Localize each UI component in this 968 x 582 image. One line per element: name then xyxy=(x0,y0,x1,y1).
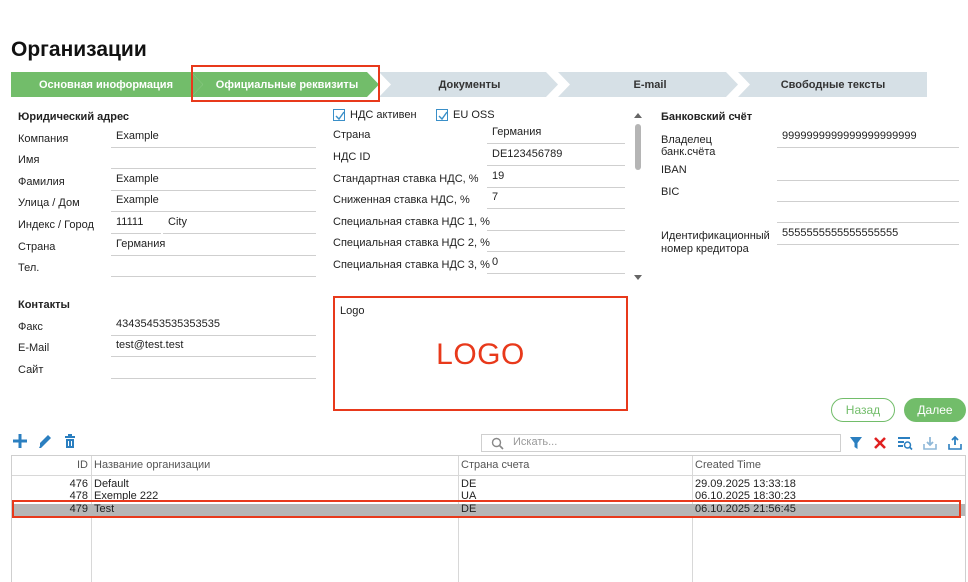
search-placeholder: Искать... xyxy=(513,436,558,448)
column-header-id[interactable]: ID xyxy=(12,459,88,471)
cell-id: 476 xyxy=(69,478,88,490)
logo-placeholder-text: LOGO xyxy=(436,338,525,371)
bank-title: Банковский счёт xyxy=(661,111,753,123)
special-rate-1-field[interactable] xyxy=(487,212,625,231)
site-field[interactable] xyxy=(111,360,316,379)
owner-field[interactable]: 9999999999999999999999 xyxy=(777,129,959,148)
step-free-texts[interactable]: Свободные тексты xyxy=(742,72,924,97)
logo-box[interactable]: Logo LOGO xyxy=(333,296,628,411)
country-label: Страна xyxy=(18,241,56,253)
zip-field[interactable]: 11111 xyxy=(111,215,161,234)
eu-oss-label: EU OSS xyxy=(453,109,495,121)
site-label: Сайт xyxy=(18,364,44,376)
vat-active-label: НДС активен xyxy=(350,109,417,121)
vat-active-checkbox[interactable] xyxy=(333,109,345,121)
company-field[interactable]: Example xyxy=(111,129,316,148)
phone-field[interactable] xyxy=(111,258,316,277)
column-header-name[interactable]: Название организации xyxy=(94,459,210,471)
city-field[interactable]: City xyxy=(163,215,316,234)
vat-country-label: Страна xyxy=(333,129,371,141)
special-rate-3-field[interactable]: 0 xyxy=(487,255,625,274)
edit-icon[interactable] xyxy=(36,432,54,450)
creditor-field[interactable]: 5555555555555555555 xyxy=(777,226,959,245)
creditor-label-line2: номер кредитора xyxy=(661,243,749,255)
iban-field[interactable] xyxy=(777,162,959,181)
step-documents[interactable]: Документы xyxy=(382,72,557,97)
street-label: Улица / Дом xyxy=(18,197,80,209)
reduced-rate-label: Сниженная ставка НДС, % xyxy=(333,194,470,206)
organizations-table: ID Название организации Страна счета Cre… xyxy=(11,455,966,582)
vat-id-field[interactable]: DE123456789 xyxy=(487,147,625,166)
fax-field[interactable]: 43435453535353535 xyxy=(111,317,316,336)
special-rate-2-label: Специальная ставка НДС 2, % xyxy=(333,237,490,249)
clear-filter-icon[interactable] xyxy=(871,434,889,452)
email-label: E-Mail xyxy=(18,342,50,354)
country-field[interactable]: Германия xyxy=(111,237,316,256)
creditor-label-line1: Идентификационный xyxy=(661,230,770,242)
delete-icon[interactable] xyxy=(61,432,79,450)
highlight-selected-row xyxy=(12,500,961,518)
next-button[interactable]: Далее xyxy=(904,398,966,422)
company-label: Компания xyxy=(18,133,69,145)
cell-country: DE xyxy=(461,478,477,490)
first-name-label: Имя xyxy=(18,154,40,166)
checkmark-icon xyxy=(438,111,448,121)
special-rate-2-field[interactable] xyxy=(487,233,625,252)
bic-label: BIC xyxy=(661,186,680,198)
vat-country-field[interactable]: Германия xyxy=(487,125,625,144)
std-rate-label: Стандартная ставка НДС, % xyxy=(333,173,479,185)
scrollbar-graphic xyxy=(634,113,642,280)
owner-label-line1: Владелец xyxy=(661,134,712,146)
cell-created: 29.09.2025 13:33:18 xyxy=(695,478,796,490)
step-basic-info[interactable]: Основная иноформация xyxy=(11,72,201,97)
phone-label: Тел. xyxy=(18,262,40,274)
first-name-field[interactable] xyxy=(111,150,316,169)
highlight-active-step xyxy=(191,65,380,102)
iban-label: IBAN xyxy=(661,164,687,176)
owner-label-line2: банк.счёта xyxy=(661,146,716,158)
reduced-rate-field[interactable]: 7 xyxy=(487,190,625,209)
logo-label: Logo xyxy=(340,305,365,317)
eu-oss-checkbox[interactable] xyxy=(436,109,448,121)
add-icon[interactable] xyxy=(11,432,29,450)
vat-id-label: НДС ID xyxy=(333,151,371,163)
search-input[interactable]: Искать... xyxy=(481,434,841,452)
cell-name: Default xyxy=(94,478,129,490)
email-field[interactable]: test@test.test xyxy=(111,338,316,357)
special-rate-3-label: Специальная ставка НДС 3, % xyxy=(333,259,490,271)
special-rate-1-label: Специальная ставка НДС 1, % xyxy=(333,216,490,228)
bic-field[interactable] xyxy=(777,183,959,202)
import-icon[interactable] xyxy=(921,434,939,452)
fax-label: Факс xyxy=(18,321,43,333)
column-header-created[interactable]: Created Time xyxy=(695,459,761,471)
back-button[interactable]: Назад xyxy=(831,398,895,422)
std-rate-field[interactable]: 19 xyxy=(487,169,625,188)
last-name-field[interactable]: Example xyxy=(111,172,316,191)
filter-icon[interactable] xyxy=(847,434,865,452)
export-icon[interactable] xyxy=(946,434,964,452)
last-name-label: Фамилия xyxy=(18,176,65,188)
contacts-title: Контакты xyxy=(18,299,70,311)
bic-extra-field[interactable] xyxy=(777,204,959,223)
legal-address-title: Юридический адрес xyxy=(18,111,130,123)
vat-scrollbar[interactable] xyxy=(633,112,643,284)
advanced-search-icon[interactable] xyxy=(896,434,914,452)
checkmark-icon xyxy=(335,111,345,121)
step-email[interactable]: E-mail xyxy=(562,72,738,97)
street-field[interactable]: Example xyxy=(111,193,316,212)
column-header-country[interactable]: Страна счета xyxy=(461,459,529,471)
search-icon xyxy=(491,437,504,450)
zip-city-label: Индекс / Город xyxy=(18,219,94,231)
